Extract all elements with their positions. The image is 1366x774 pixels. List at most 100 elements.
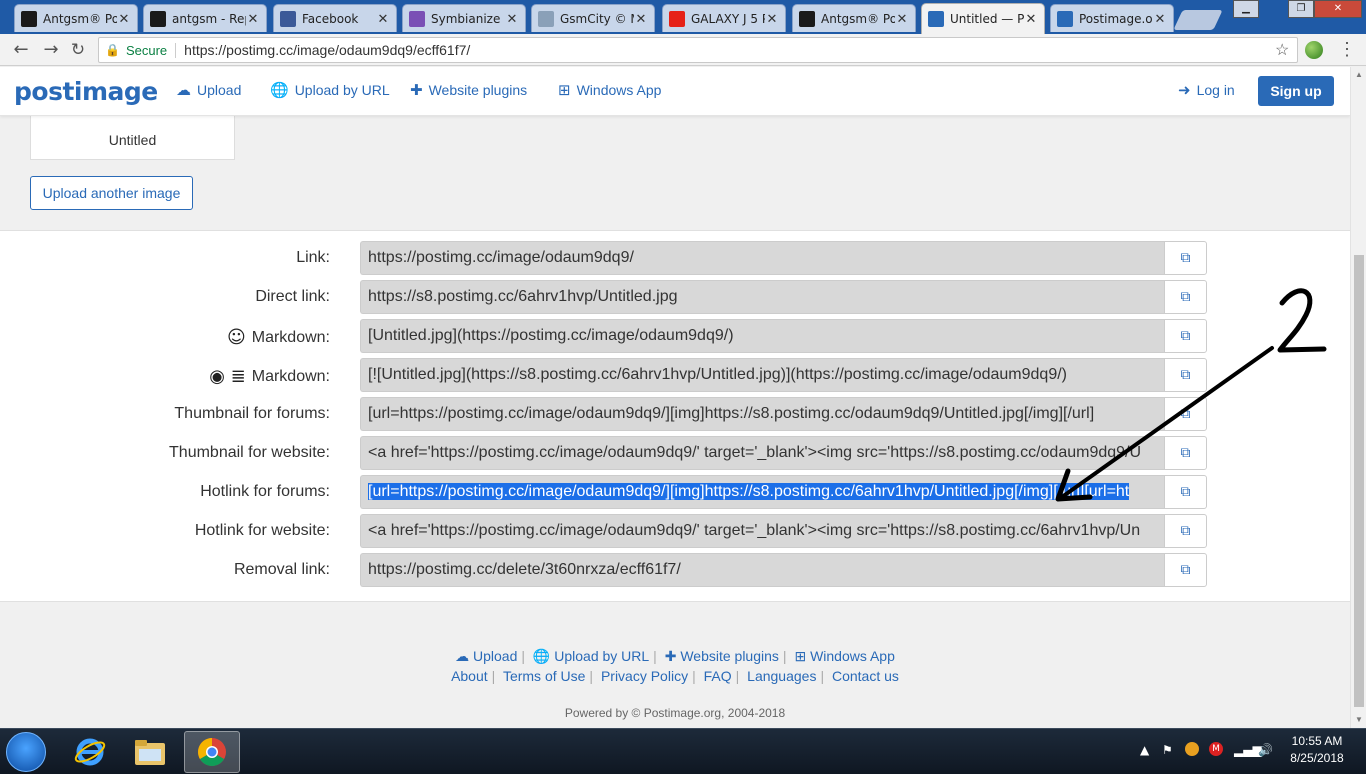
tab-close-icon[interactable]: ✕ <box>1024 11 1038 27</box>
browser-tab[interactable]: antgsm - Rep ✕ <box>143 4 267 32</box>
footer-website-plugins-link[interactable]: ✚ Website plugins <box>665 648 779 664</box>
chrome-taskbar-icon[interactable] <box>184 731 240 773</box>
page-viewport: postimage ☁ Upload 🌐 Upload by URL ✚ Web… <box>0 67 1350 728</box>
tab-close-icon[interactable]: ✕ <box>895 11 909 27</box>
start-button[interactable] <box>6 732 46 772</box>
new-tab-button[interactable] <box>1173 10 1223 30</box>
extension-icon[interactable] <box>1305 41 1323 59</box>
share-code-row: Thumbnail for website: <a href='https://p… <box>0 436 1350 470</box>
postimage-logo[interactable]: postimage <box>14 77 158 106</box>
share-code-label-text: Markdown: <box>251 328 330 346</box>
browser-tab[interactable]: Untitled — P ✕ <box>921 3 1045 34</box>
share-code-field[interactable]: [url=https://postimg.cc/image/odaum9dq9/… <box>360 475 1165 509</box>
copy-icon[interactable]: ⧉ <box>1164 514 1207 548</box>
tab-close-icon[interactable]: ✕ <box>376 11 390 27</box>
footer-privacy-link[interactable]: Privacy Policy <box>601 668 688 684</box>
system-clock[interactable]: 10:55 AM 8/25/2018 <box>1280 733 1354 767</box>
url-text[interactable]: https://postimg.cc/image/odaum9dq9/ecff6… <box>184 42 470 58</box>
copy-icon[interactable]: ⧉ <box>1164 319 1207 353</box>
close-window-button[interactable]: ✕ <box>1314 0 1362 18</box>
copy-icon[interactable]: ⧉ <box>1164 241 1207 275</box>
scroll-up-icon[interactable]: ▲ <box>1355 70 1363 79</box>
copy-icon[interactable]: ⧉ <box>1164 475 1207 509</box>
signup-button[interactable]: Sign up <box>1258 76 1334 106</box>
file-explorer-icon[interactable] <box>122 731 178 773</box>
copy-icon[interactable]: ⧉ <box>1164 280 1207 314</box>
share-code-label: Direct link: <box>255 288 330 306</box>
share-code-field[interactable]: https://postimg.cc/image/odaum9dq9/ <box>360 241 1165 275</box>
footer-windows-app-link[interactable]: ⊞ Windows App <box>794 648 894 664</box>
footer-about-link[interactable]: About <box>451 668 488 684</box>
share-code-field[interactable]: [![Untitled.jpg](https://s8.postimg.cc/6… <box>360 358 1165 392</box>
share-code-label-text: Link: <box>296 249 330 266</box>
share-code-field[interactable]: <a href='https://postimg.cc/image/odaum9… <box>360 436 1165 470</box>
footer-terms-link[interactable]: Terms of Use <box>503 668 585 684</box>
image-title-card[interactable]: Untitled <box>30 116 235 160</box>
footer-upload-by-url-link[interactable]: 🌐 Upload by URL <box>533 648 649 664</box>
copy-icon[interactable]: ⧉ <box>1164 553 1207 587</box>
tab-close-icon[interactable]: ✕ <box>505 11 519 27</box>
image-preview-area: Untitled Upload another image <box>0 116 1350 230</box>
nav-website-plugins-link[interactable]: ✚ Website plugins <box>410 81 527 99</box>
tab-close-icon[interactable]: ✕ <box>1153 11 1167 27</box>
share-code-field[interactable]: [Untitled.jpg](https://postimg.cc/image/… <box>360 319 1165 353</box>
nav-upload-by-url-link[interactable]: 🌐 Upload by URL <box>270 81 390 99</box>
login-link[interactable]: ➜ Log in <box>1178 81 1235 99</box>
nav-windows-app-link[interactable]: ⊞ Windows App <box>558 81 661 99</box>
volume-icon[interactable]: 🔊 <box>1258 743 1273 757</box>
tab-favicon-icon <box>1057 10 1073 27</box>
nav-upload-link[interactable]: ☁ Upload <box>176 81 241 99</box>
share-code-field[interactable]: [url=https://postimg.cc/image/odaum9dq9/… <box>360 397 1165 431</box>
internet-explorer-icon[interactable] <box>62 731 118 773</box>
chrome-menu-icon[interactable]: ⋮ <box>1338 39 1356 60</box>
browser-tab[interactable]: Symbianize F ✕ <box>402 4 526 32</box>
share-code-label-text: Markdown: <box>251 367 330 385</box>
footer-languages-link[interactable]: Languages <box>747 668 816 684</box>
share-code-row: Link: https://postimg.cc/image/odaum9dq9/… <box>0 241 1350 275</box>
windows-taskbar: ▲ ⚑ M ▂▄▆ 🔊 10:55 AM 8/25/2018 <box>0 728 1366 774</box>
share-code-field[interactable]: https://s8.postimg.cc/6ahrv1hvp/Untitled… <box>360 280 1165 314</box>
scrollbar-thumb[interactable] <box>1354 255 1364 707</box>
tray-app-icon[interactable] <box>1185 742 1199 756</box>
action-center-flag-icon[interactable]: ⚑ <box>1162 743 1173 757</box>
share-code-field[interactable]: <a href='https://postimg.cc/image/odaum9… <box>360 514 1165 548</box>
browser-tab[interactable]: Postimage.or ✕ <box>1050 4 1174 32</box>
browser-tab[interactable]: GsmCity © M ✕ <box>531 4 655 32</box>
copy-icon[interactable]: ⧉ <box>1164 358 1207 392</box>
browser-tab[interactable]: Facebook ✕ <box>273 4 397 32</box>
tab-close-icon[interactable]: ✕ <box>246 11 260 27</box>
scroll-down-icon[interactable]: ▼ <box>1355 715 1363 724</box>
browser-tab[interactable]: GALAXY J 5 P ✕ <box>662 4 786 32</box>
bookmark-star-icon[interactable]: ☆ <box>1275 40 1289 60</box>
tray-m-icon[interactable]: M <box>1209 742 1223 756</box>
tab-close-icon[interactable]: ✕ <box>634 11 648 27</box>
reload-icon[interactable]: ↻ <box>67 39 89 61</box>
share-code-row: Removal link: https://postimg.cc/delete/3… <box>0 553 1350 587</box>
clock-time: 10:55 AM <box>1291 734 1343 748</box>
share-code-value: <a href='https://postimg.cc/image/odaum9… <box>368 444 1142 461</box>
forward-arrow-icon[interactable]: → <box>40 39 62 61</box>
browser-tab[interactable]: Antgsm® Po ✕ <box>792 4 916 32</box>
copy-icon[interactable]: ⧉ <box>1164 436 1207 470</box>
browser-tab[interactable]: Antgsm® Po ✕ <box>14 4 138 32</box>
tab-close-icon[interactable]: ✕ <box>765 11 779 27</box>
footer-row-links: About | Terms of Use | Privacy Policy | FAQ… <box>451 668 899 684</box>
show-hidden-icons[interactable]: ▲ <box>1140 743 1149 757</box>
tab-close-icon[interactable]: ✕ <box>117 11 131 27</box>
footer-faq-link[interactable]: FAQ <box>704 668 732 684</box>
copy-icon[interactable]: ⧉ <box>1164 397 1207 431</box>
footer-contact-link[interactable]: Contact us <box>832 668 899 684</box>
share-code-row: Hotlink for website: <a href='https://pos… <box>0 514 1350 548</box>
minimize-button[interactable]: ▁ <box>1233 0 1259 18</box>
page-scrollbar[interactable]: ▲ ▼ <box>1350 67 1366 728</box>
share-code-field[interactable]: https://postimg.cc/delete/3t60nrxza/ecff… <box>360 553 1165 587</box>
globe-icon: 🌐 <box>270 81 289 99</box>
footer-upload-link[interactable]: ☁ Upload <box>455 648 517 664</box>
address-bar[interactable]: 🔒 Secure https://postimg.cc/image/odaum9… <box>98 37 1298 63</box>
cloud-upload-icon: ☁ <box>455 648 473 664</box>
upload-another-button[interactable]: Upload another image <box>30 176 193 210</box>
maximize-button[interactable]: ❐ <box>1288 0 1314 18</box>
nav-windows-app-label: Windows App <box>576 82 662 98</box>
tab-favicon-icon <box>280 10 296 27</box>
back-arrow-icon[interactable]: ← <box>10 39 32 61</box>
